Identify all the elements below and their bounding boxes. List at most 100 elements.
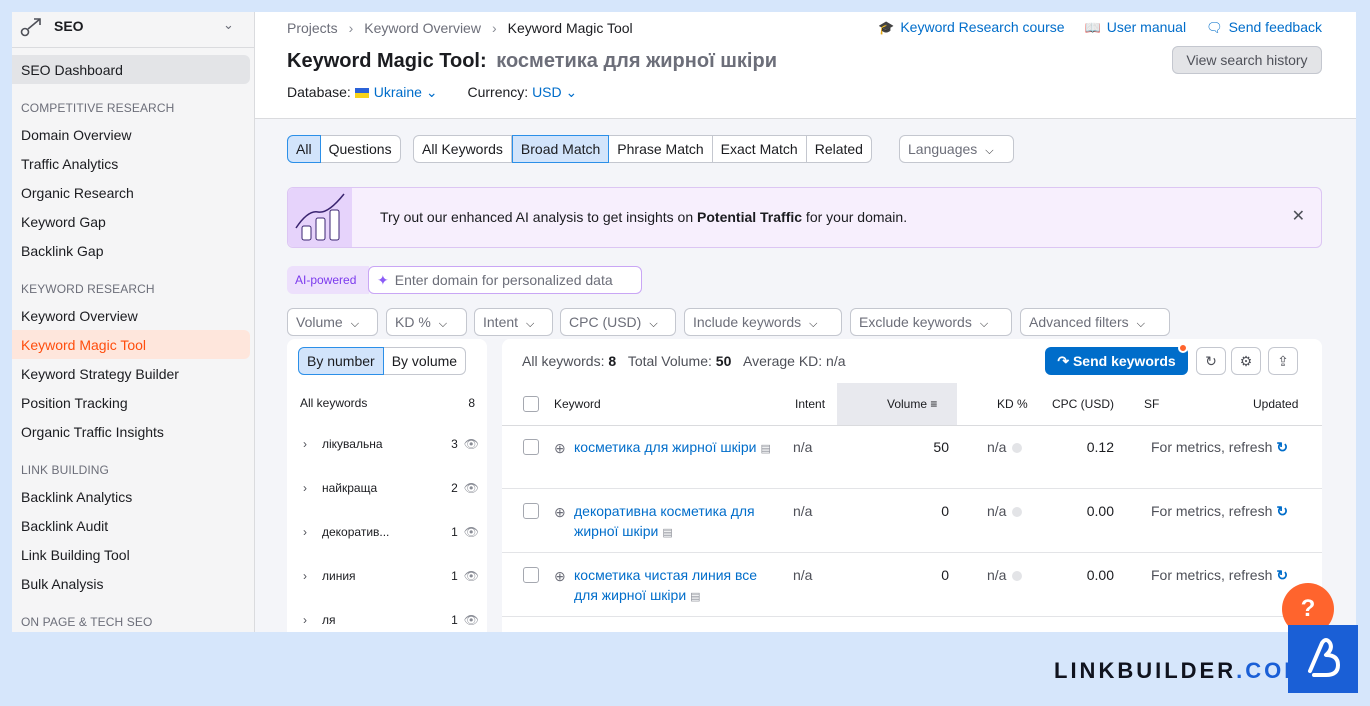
export-button[interactable]: ⇪	[1268, 347, 1298, 375]
row-divider	[502, 616, 1322, 617]
sidebar-item-bulk-analysis[interactable]: Bulk Analysis	[12, 569, 250, 598]
filter-kd[interactable]: KD % ⌵	[386, 308, 467, 336]
ukraine-flag-icon	[354, 88, 369, 98]
filter-advanced[interactable]: Advanced filters ⌵	[1020, 308, 1170, 336]
serp-icon[interactable]: ▤	[662, 527, 672, 539]
keyword-link[interactable]: ⊕ косметика для жирної шкіри ▤	[554, 437, 784, 459]
filter-intent[interactable]: Intent ⌵	[474, 308, 553, 336]
tab-all-keywords[interactable]: All Keywords	[413, 135, 512, 163]
by-volume-button[interactable]: By volume	[383, 347, 467, 375]
sidebar-item-backlink-audit[interactable]: Backlink Audit	[12, 511, 250, 540]
column-header-updated[interactable]: Updated	[1253, 383, 1298, 425]
currency-value: USD	[532, 84, 562, 100]
column-header-kd[interactable]: KD %	[997, 383, 1028, 425]
sidebar-item-keyword-overview[interactable]: Keyword Overview	[12, 301, 250, 330]
keyword-link[interactable]: ⊕ декоративна косметика для жирної шкіри ▤	[554, 501, 784, 543]
send-feedback-link[interactable]: 🗨 Send feedback	[1206, 19, 1322, 36]
kd-cell: n/a	[987, 439, 1023, 455]
header-divider	[502, 425, 1322, 426]
sidebar-item-organic-traffic-insights[interactable]: Organic Traffic Insights	[12, 417, 250, 446]
eye-icon[interactable]: 👁	[464, 525, 479, 539]
groups-header[interactable]: All keywords 8	[300, 396, 475, 410]
breadcrumb-keyword-overview[interactable]: Keyword Overview	[364, 20, 481, 36]
chevron-down-icon[interactable]: ⌄	[223, 17, 234, 33]
sidebar-item-keyword-strategy-builder[interactable]: Keyword Strategy Builder	[12, 359, 250, 388]
sidebar-item-keyword-gap[interactable]: Keyword Gap	[12, 207, 250, 236]
by-number-button[interactable]: By number	[298, 347, 384, 375]
add-circle-icon[interactable]: ⊕	[554, 502, 566, 522]
eye-icon[interactable]: 👁	[464, 613, 479, 627]
seo-logo-icon	[20, 18, 41, 37]
breadcrumb-projects[interactable]: Projects	[287, 20, 338, 36]
sidebar-item-backlink-gap[interactable]: Backlink Gap	[12, 236, 250, 265]
serp-icon[interactable]: ▤	[690, 591, 700, 603]
user-manual-link[interactable]: 📖 User manual	[1085, 19, 1187, 36]
refresh-icon[interactable]: ↻	[1276, 567, 1288, 583]
add-circle-icon[interactable]: ⊕	[554, 566, 566, 586]
languages-select[interactable]: Languages ⌵	[899, 135, 1014, 163]
groups-header-label: All keywords	[300, 396, 368, 410]
tab-questions[interactable]: Questions	[320, 135, 401, 163]
database-select[interactable]: Ukraine ⌄	[354, 84, 438, 100]
keyword-link[interactable]: ⊕ косметика чистая линия все для жирної ш…	[554, 565, 784, 607]
refresh-icon[interactable]: ↻	[1276, 503, 1288, 519]
group-row[interactable]: › лікувальна 3 👁	[303, 437, 479, 451]
select-all-checkbox[interactable]	[523, 396, 539, 412]
eye-icon[interactable]: 👁	[464, 569, 479, 583]
sidebar-item-traffic-analytics[interactable]: Traffic Analytics	[12, 149, 250, 178]
intent-cell: n/a	[793, 567, 813, 583]
tab-broad-match[interactable]: Broad Match	[511, 135, 610, 163]
banner-text-bold: Potential Traffic	[697, 209, 803, 225]
sidebar-header[interactable]: SEO ⌄	[12, 12, 255, 48]
tab-exact-match[interactable]: Exact Match	[712, 135, 807, 163]
sidebar-item-keyword-magic-tool[interactable]: Keyword Magic Tool	[12, 330, 250, 359]
tab-all[interactable]: All	[287, 135, 321, 163]
column-header-intent[interactable]: Intent	[795, 383, 825, 425]
banner-message: Try out our enhanced AI analysis to get …	[380, 209, 907, 225]
eye-icon[interactable]: 👁	[464, 481, 479, 495]
row-checkbox[interactable]	[523, 567, 539, 583]
close-icon[interactable]: ✕	[1292, 206, 1305, 226]
column-header-volume[interactable]: Volume ≡	[837, 383, 957, 425]
column-header-cpc[interactable]: CPC (USD)	[1052, 383, 1114, 425]
settings-button[interactable]: ⚙	[1231, 347, 1261, 375]
keyword-research-course-link[interactable]: 🎓 Keyword Research course	[878, 19, 1064, 36]
add-circle-icon[interactable]: ⊕	[554, 438, 566, 458]
filter-cpc[interactable]: CPC (USD) ⌵	[560, 308, 676, 336]
sidebar-item-backlink-analytics[interactable]: Backlink Analytics	[12, 482, 250, 511]
filter-include-keywords[interactable]: Include keywords ⌵	[684, 308, 842, 336]
currency-select[interactable]: USD ⌄	[532, 84, 577, 100]
filter-volume[interactable]: Volume ⌵	[287, 308, 378, 336]
tab-phrase-match[interactable]: Phrase Match	[609, 135, 713, 163]
sidebar-item-position-tracking[interactable]: Position Tracking	[12, 388, 250, 417]
group-row[interactable]: › найкраща 2 👁	[303, 481, 479, 495]
sidebar-item-seo-dashboard[interactable]: SEO Dashboard	[12, 55, 250, 84]
sidebar-item-domain-overview[interactable]: Domain Overview	[12, 120, 250, 149]
filter-exclude-keywords[interactable]: Exclude keywords ⌵	[850, 308, 1012, 336]
eye-icon[interactable]: 👁	[464, 437, 479, 451]
group-row[interactable]: › декоратив... 1 👁	[303, 525, 479, 539]
domain-input[interactable]: ✦ Enter domain for personalized data	[368, 266, 642, 294]
refresh-icon[interactable]: ↻	[1276, 439, 1288, 455]
type-toggle: All Questions	[287, 135, 401, 163]
send-keywords-button[interactable]: ↷ Send keywords	[1045, 347, 1188, 375]
brand-name: LINKBUILDER	[1054, 658, 1237, 683]
tab-related[interactable]: Related	[806, 135, 872, 163]
content-area: All Questions All Keywords Broad Match P…	[255, 119, 1356, 632]
view-search-history-button[interactable]: View search history	[1172, 46, 1322, 74]
group-row[interactable]: › ля 1 👁	[303, 613, 479, 627]
row-checkbox[interactable]	[523, 439, 539, 455]
column-header-sf[interactable]: SF	[1144, 383, 1159, 425]
serp-icon[interactable]: ▤	[761, 443, 771, 455]
row-checkbox[interactable]	[523, 503, 539, 519]
summary-kd-label: Average KD:	[743, 353, 823, 369]
sidebar-item-organic-research[interactable]: Organic Research	[12, 178, 250, 207]
sort-icon: ≡	[930, 397, 938, 411]
column-header-volume-label: Volume	[887, 397, 928, 411]
updated-cell: For metrics, refresh ↻	[1151, 439, 1288, 456]
ai-powered-badge: AI-powered	[287, 266, 369, 294]
sidebar-item-link-building-tool[interactable]: Link Building Tool	[12, 540, 250, 569]
column-header-keyword[interactable]: Keyword	[554, 383, 601, 425]
group-row[interactable]: › линия 1 👁	[303, 569, 479, 583]
refresh-button[interactable]: ↻	[1196, 347, 1226, 375]
